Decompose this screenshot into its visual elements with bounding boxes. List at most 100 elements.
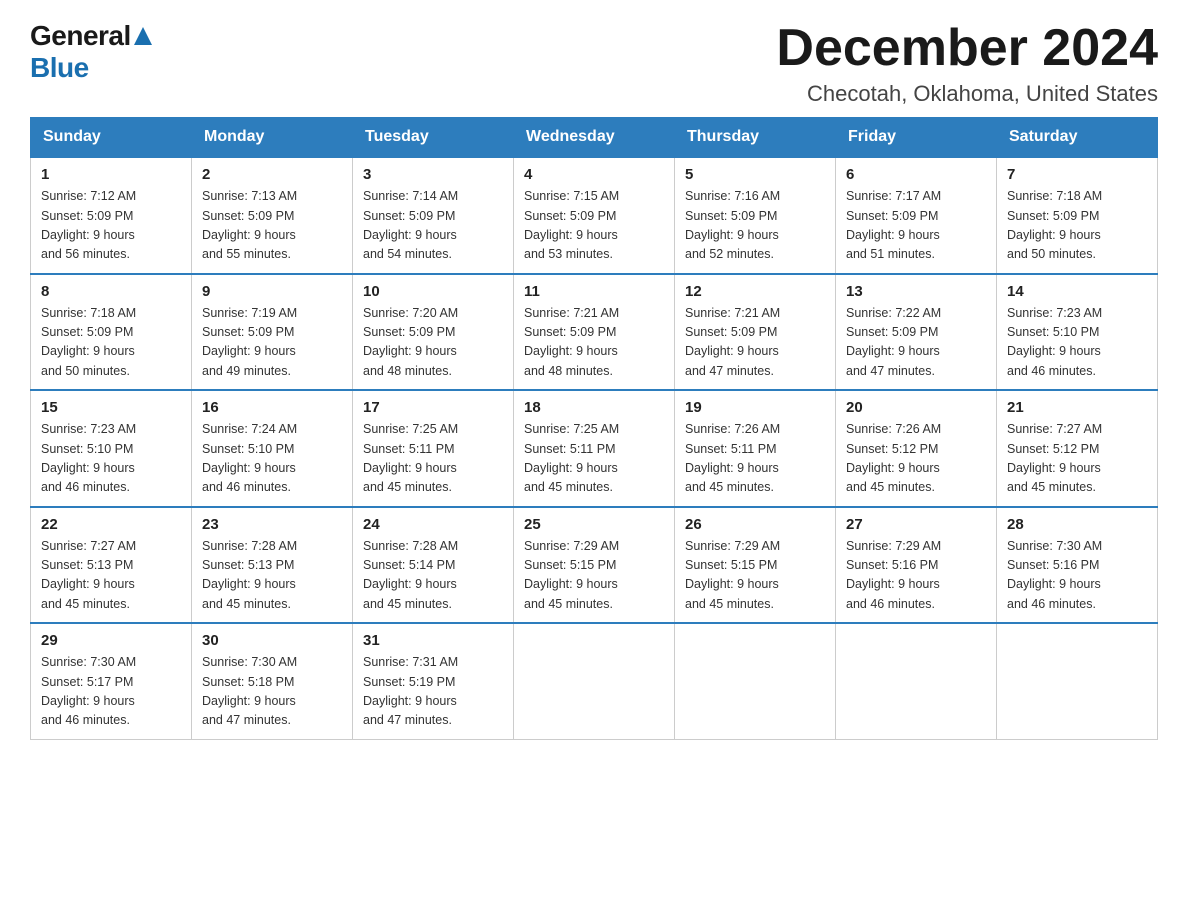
day-number: 1 — [41, 166, 181, 183]
day-info: Sunrise: 7:13 AM Sunset: 5:09 PM Dayligh… — [202, 187, 342, 265]
header-saturday: Saturday — [997, 118, 1158, 158]
calendar-cell: 14 Sunrise: 7:23 AM Sunset: 5:10 PM Dayl… — [997, 274, 1158, 391]
calendar-cell — [514, 623, 675, 739]
calendar-cell: 9 Sunrise: 7:19 AM Sunset: 5:09 PM Dayli… — [192, 274, 353, 391]
day-number: 12 — [685, 283, 825, 300]
calendar-cell: 25 Sunrise: 7:29 AM Sunset: 5:15 PM Dayl… — [514, 507, 675, 624]
day-number: 19 — [685, 399, 825, 416]
day-number: 25 — [524, 516, 664, 533]
calendar-cell: 20 Sunrise: 7:26 AM Sunset: 5:12 PM Dayl… — [836, 390, 997, 507]
calendar-cell — [836, 623, 997, 739]
day-number: 7 — [1007, 166, 1147, 183]
day-info: Sunrise: 7:30 AM Sunset: 5:16 PM Dayligh… — [1007, 537, 1147, 615]
day-info: Sunrise: 7:17 AM Sunset: 5:09 PM Dayligh… — [846, 187, 986, 265]
header-tuesday: Tuesday — [353, 118, 514, 158]
calendar-cell: 10 Sunrise: 7:20 AM Sunset: 5:09 PM Dayl… — [353, 274, 514, 391]
calendar-cell: 5 Sunrise: 7:16 AM Sunset: 5:09 PM Dayli… — [675, 157, 836, 274]
header-sunday: Sunday — [31, 118, 192, 158]
day-info: Sunrise: 7:25 AM Sunset: 5:11 PM Dayligh… — [363, 420, 503, 498]
calendar-cell: 11 Sunrise: 7:21 AM Sunset: 5:09 PM Dayl… — [514, 274, 675, 391]
calendar-cell: 27 Sunrise: 7:29 AM Sunset: 5:16 PM Dayl… — [836, 507, 997, 624]
day-info: Sunrise: 7:21 AM Sunset: 5:09 PM Dayligh… — [524, 304, 664, 382]
calendar-cell: 29 Sunrise: 7:30 AM Sunset: 5:17 PM Dayl… — [31, 623, 192, 739]
day-number: 26 — [685, 516, 825, 533]
day-info: Sunrise: 7:18 AM Sunset: 5:09 PM Dayligh… — [41, 304, 181, 382]
day-info: Sunrise: 7:26 AM Sunset: 5:12 PM Dayligh… — [846, 420, 986, 498]
week-row-4: 22 Sunrise: 7:27 AM Sunset: 5:13 PM Dayl… — [31, 507, 1158, 624]
header-friday: Friday — [836, 118, 997, 158]
calendar-cell: 22 Sunrise: 7:27 AM Sunset: 5:13 PM Dayl… — [31, 507, 192, 624]
day-number: 30 — [202, 632, 342, 649]
logo-blue-text: Blue — [30, 52, 89, 84]
day-info: Sunrise: 7:28 AM Sunset: 5:13 PM Dayligh… — [202, 537, 342, 615]
calendar-cell: 21 Sunrise: 7:27 AM Sunset: 5:12 PM Dayl… — [997, 390, 1158, 507]
calendar-cell: 24 Sunrise: 7:28 AM Sunset: 5:14 PM Dayl… — [353, 507, 514, 624]
day-info: Sunrise: 7:22 AM Sunset: 5:09 PM Dayligh… — [846, 304, 986, 382]
day-number: 18 — [524, 399, 664, 416]
calendar-cell: 7 Sunrise: 7:18 AM Sunset: 5:09 PM Dayli… — [997, 157, 1158, 274]
day-number: 20 — [846, 399, 986, 416]
calendar-cell: 13 Sunrise: 7:22 AM Sunset: 5:09 PM Dayl… — [836, 274, 997, 391]
title-block: December 2024 Checotah, Oklahoma, United… — [776, 20, 1158, 107]
day-number: 31 — [363, 632, 503, 649]
day-info: Sunrise: 7:29 AM Sunset: 5:16 PM Dayligh… — [846, 537, 986, 615]
calendar-cell: 17 Sunrise: 7:25 AM Sunset: 5:11 PM Dayl… — [353, 390, 514, 507]
calendar-cell: 16 Sunrise: 7:24 AM Sunset: 5:10 PM Dayl… — [192, 390, 353, 507]
day-info: Sunrise: 7:15 AM Sunset: 5:09 PM Dayligh… — [524, 187, 664, 265]
day-number: 6 — [846, 166, 986, 183]
day-number: 8 — [41, 283, 181, 300]
header-thursday: Thursday — [675, 118, 836, 158]
day-number: 4 — [524, 166, 664, 183]
calendar-cell: 8 Sunrise: 7:18 AM Sunset: 5:09 PM Dayli… — [31, 274, 192, 391]
week-row-2: 8 Sunrise: 7:18 AM Sunset: 5:09 PM Dayli… — [31, 274, 1158, 391]
day-number: 29 — [41, 632, 181, 649]
day-info: Sunrise: 7:14 AM Sunset: 5:09 PM Dayligh… — [363, 187, 503, 265]
day-info: Sunrise: 7:20 AM Sunset: 5:09 PM Dayligh… — [363, 304, 503, 382]
day-number: 21 — [1007, 399, 1147, 416]
calendar-cell: 12 Sunrise: 7:21 AM Sunset: 5:09 PM Dayl… — [675, 274, 836, 391]
day-info: Sunrise: 7:28 AM Sunset: 5:14 PM Dayligh… — [363, 537, 503, 615]
day-number: 17 — [363, 399, 503, 416]
day-number: 3 — [363, 166, 503, 183]
month-title: December 2024 — [776, 20, 1158, 77]
calendar-cell: 15 Sunrise: 7:23 AM Sunset: 5:10 PM Dayl… — [31, 390, 192, 507]
calendar-cell: 23 Sunrise: 7:28 AM Sunset: 5:13 PM Dayl… — [192, 507, 353, 624]
calendar-cell: 30 Sunrise: 7:30 AM Sunset: 5:18 PM Dayl… — [192, 623, 353, 739]
day-number: 9 — [202, 283, 342, 300]
calendar-cell: 2 Sunrise: 7:13 AM Sunset: 5:09 PM Dayli… — [192, 157, 353, 274]
calendar-cell: 31 Sunrise: 7:31 AM Sunset: 5:19 PM Dayl… — [353, 623, 514, 739]
calendar-cell — [997, 623, 1158, 739]
logo: General Blue — [30, 20, 153, 84]
calendar-cell: 1 Sunrise: 7:12 AM Sunset: 5:09 PM Dayli… — [31, 157, 192, 274]
day-info: Sunrise: 7:26 AM Sunset: 5:11 PM Dayligh… — [685, 420, 825, 498]
calendar-cell — [675, 623, 836, 739]
day-info: Sunrise: 7:24 AM Sunset: 5:10 PM Dayligh… — [202, 420, 342, 498]
day-info: Sunrise: 7:23 AM Sunset: 5:10 PM Dayligh… — [1007, 304, 1147, 382]
week-row-3: 15 Sunrise: 7:23 AM Sunset: 5:10 PM Dayl… — [31, 390, 1158, 507]
calendar-header-row: SundayMondayTuesdayWednesdayThursdayFrid… — [31, 118, 1158, 158]
header-wednesday: Wednesday — [514, 118, 675, 158]
logo-triangle-icon — [133, 25, 153, 52]
day-info: Sunrise: 7:31 AM Sunset: 5:19 PM Dayligh… — [363, 653, 503, 731]
day-info: Sunrise: 7:23 AM Sunset: 5:10 PM Dayligh… — [41, 420, 181, 498]
calendar-cell: 4 Sunrise: 7:15 AM Sunset: 5:09 PM Dayli… — [514, 157, 675, 274]
day-info: Sunrise: 7:25 AM Sunset: 5:11 PM Dayligh… — [524, 420, 664, 498]
day-number: 13 — [846, 283, 986, 300]
day-info: Sunrise: 7:29 AM Sunset: 5:15 PM Dayligh… — [685, 537, 825, 615]
page-header: General Blue December 2024 Checotah, Okl… — [30, 20, 1158, 107]
day-info: Sunrise: 7:27 AM Sunset: 5:13 PM Dayligh… — [41, 537, 181, 615]
week-row-5: 29 Sunrise: 7:30 AM Sunset: 5:17 PM Dayl… — [31, 623, 1158, 739]
day-info: Sunrise: 7:21 AM Sunset: 5:09 PM Dayligh… — [685, 304, 825, 382]
location-title: Checotah, Oklahoma, United States — [776, 81, 1158, 107]
header-monday: Monday — [192, 118, 353, 158]
day-number: 23 — [202, 516, 342, 533]
day-number: 16 — [202, 399, 342, 416]
day-info: Sunrise: 7:30 AM Sunset: 5:18 PM Dayligh… — [202, 653, 342, 731]
day-number: 24 — [363, 516, 503, 533]
day-number: 27 — [846, 516, 986, 533]
day-number: 22 — [41, 516, 181, 533]
logo-general-text: General — [30, 20, 131, 52]
calendar-cell: 6 Sunrise: 7:17 AM Sunset: 5:09 PM Dayli… — [836, 157, 997, 274]
day-number: 11 — [524, 283, 664, 300]
week-row-1: 1 Sunrise: 7:12 AM Sunset: 5:09 PM Dayli… — [31, 157, 1158, 274]
